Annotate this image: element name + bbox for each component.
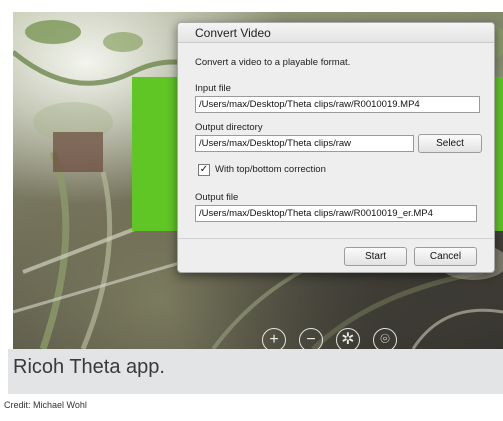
dialog-description: Convert a video to a playable format. bbox=[195, 57, 351, 68]
caption-bar: Ricoh Theta app. bbox=[8, 349, 503, 394]
output-file-field[interactable]: /Users/max/Desktop/Theta clips/raw/R0010… bbox=[195, 205, 477, 222]
dialog-footer-divider bbox=[178, 238, 494, 239]
dialog-title: Convert Video bbox=[178, 23, 494, 43]
correction-checkbox[interactable]: ✓ bbox=[198, 164, 210, 176]
select-button[interactable]: Select bbox=[418, 134, 482, 153]
caption-text: Ricoh Theta app. bbox=[13, 356, 165, 378]
output-directory-field[interactable]: /Users/max/Desktop/Theta clips/raw bbox=[195, 135, 414, 152]
output-file-label: Output file bbox=[195, 192, 239, 203]
output-directory-label: Output directory bbox=[195, 122, 263, 133]
correction-label: With top/bottom correction bbox=[215, 164, 326, 175]
input-file-field[interactable]: /Users/max/Desktop/Theta clips/raw/R0010… bbox=[195, 96, 480, 113]
convert-video-dialog: Convert Video Convert a video to a playa… bbox=[177, 22, 495, 273]
input-file-label: Input file bbox=[195, 83, 231, 94]
photo-credit: Credit: Michael Wohl bbox=[4, 400, 87, 410]
start-button[interactable]: Start bbox=[344, 247, 407, 266]
cancel-button[interactable]: Cancel bbox=[414, 247, 477, 266]
